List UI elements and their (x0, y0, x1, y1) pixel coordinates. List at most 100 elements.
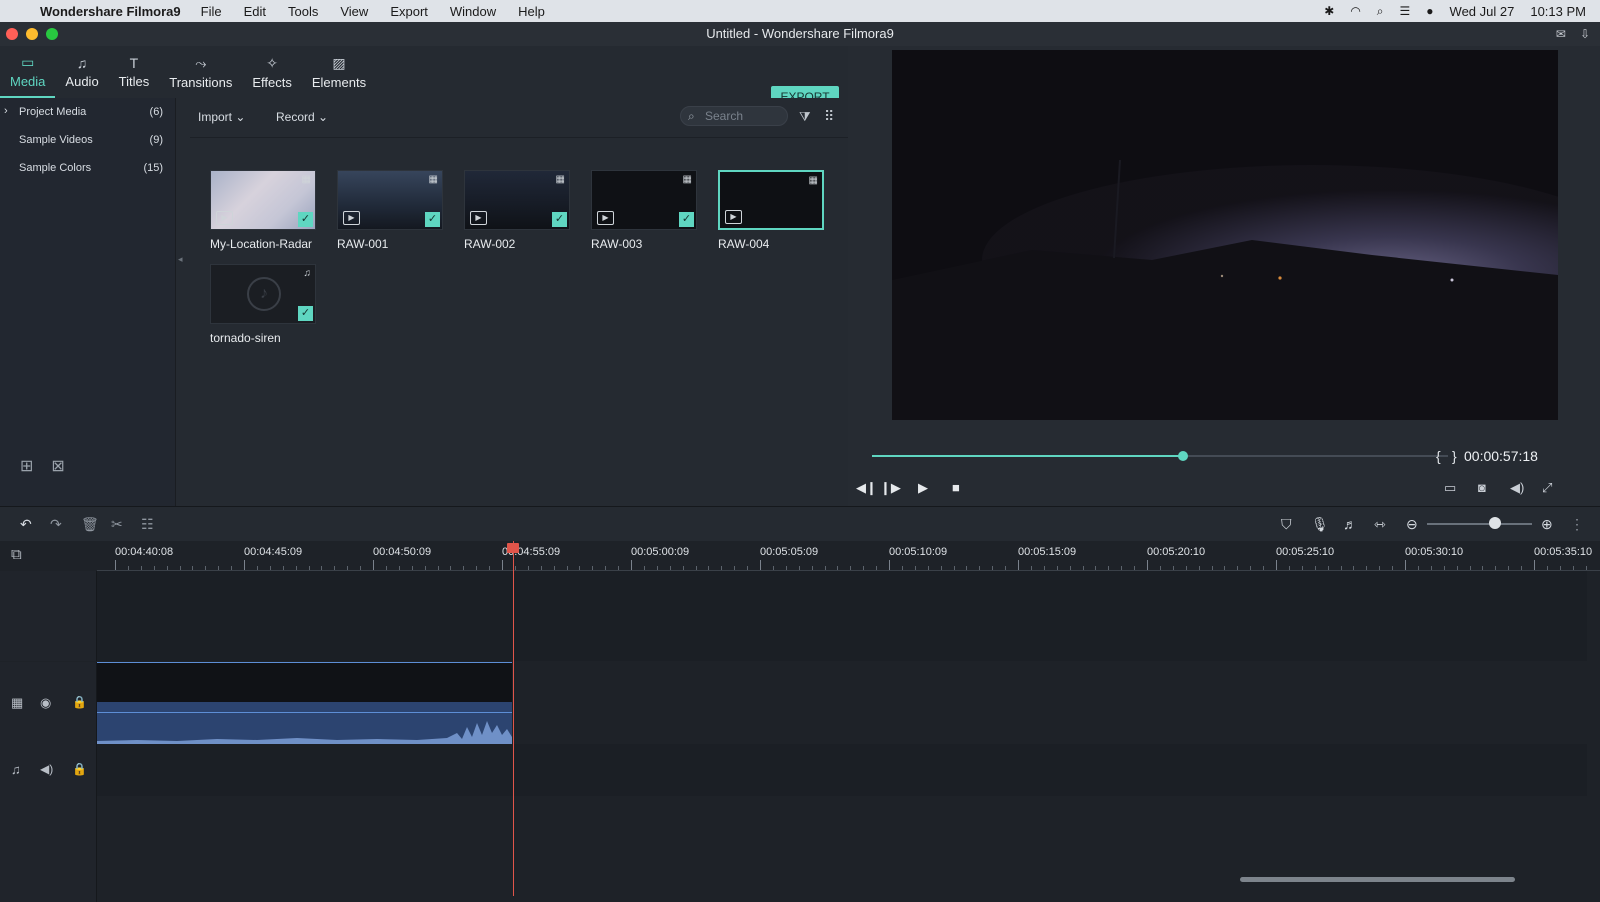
media-clip[interactable]: ▦ ▶ ✓ RAW-001 (337, 170, 443, 251)
import-dropdown[interactable]: Import ⌄ (198, 110, 245, 124)
tab-transitions[interactable]: ⤳ Transitions (159, 46, 242, 98)
tab-titles[interactable]: T Titles (109, 46, 160, 98)
menu-tools[interactable]: Tools (288, 4, 318, 19)
sidebar-item-project-media[interactable]: › Project Media (6) (0, 102, 176, 124)
mark-in-icon[interactable]: { (1436, 448, 1441, 464)
grid-view-icon[interactable]: ⠿ (824, 108, 834, 125)
microphone-icon[interactable]: 🎙 (1311, 516, 1329, 533)
marker-icon[interactable]: ⛉ (1281, 516, 1292, 533)
menu-window[interactable]: Window (450, 4, 496, 19)
panel-handle-icon[interactable]: ⋮ (1570, 516, 1584, 533)
ruler-minor-tick (1521, 566, 1523, 570)
ruler-label: 00:05:30:10 (1405, 546, 1464, 558)
audio-track[interactable] (97, 744, 1587, 796)
undo-icon[interactable]: ↶ (20, 516, 32, 533)
ruler-minor-tick (643, 566, 645, 570)
ruler-minor-tick (811, 566, 813, 570)
tab-media[interactable]: ▭ Media (0, 46, 56, 98)
spotlight-search-icon[interactable]: ⌕ (1377, 4, 1384, 19)
ruler-major-tick (244, 560, 245, 570)
bluetooth-icon[interactable]: ✱ (1324, 4, 1334, 18)
download-icon[interactable]: ⇩ (1580, 22, 1590, 46)
timeline-ruler[interactable]: 00:04:40:08 00:04:45:09 00:04:50:09 00:04:5… (97, 541, 1600, 571)
snapshot-icon[interactable]: ◙ (1478, 480, 1486, 495)
media-clip[interactable]: ▦ ▶ ✓ My-Location-Radar (210, 170, 316, 251)
next-frame-icon[interactable]: ❙▶ (880, 480, 901, 496)
search-input[interactable]: ⌕ Search (680, 106, 788, 126)
cut-icon[interactable]: ✂ (111, 516, 123, 533)
delete-icon[interactable]: 🗑 (81, 516, 99, 533)
lock-icon[interactable]: 🔒 (72, 762, 87, 776)
redo-icon[interactable]: ↷ (50, 516, 62, 533)
ruler-minor-tick (282, 566, 284, 570)
playhead[interactable] (513, 541, 514, 896)
menu-file[interactable]: File (201, 4, 222, 19)
ruler-major-tick (502, 560, 503, 570)
speaker-icon[interactable]: ◀) (40, 762, 53, 776)
tab-effects[interactable]: ✧ Effects (242, 46, 302, 98)
search-icon: ⌕ (688, 109, 695, 123)
zoom-in-icon[interactable]: ⊕ (1541, 516, 1553, 533)
ruler-major-tick (1276, 560, 1277, 570)
fullscreen-icon[interactable]: ⤢ (1542, 480, 1552, 496)
ruler-minor-tick (721, 566, 723, 570)
zoom-slider-handle[interactable] (1489, 517, 1501, 529)
sidebar-item-sample-videos[interactable]: Sample Videos (9) (0, 130, 176, 152)
zoom-window-button[interactable] (46, 28, 58, 40)
eye-icon[interactable]: ◉ (40, 695, 51, 711)
ruler-major-tick (760, 560, 761, 570)
menu-edit[interactable]: Edit (244, 4, 266, 19)
mail-icon[interactable]: ✉ (1556, 22, 1566, 46)
menu-view[interactable]: View (340, 4, 368, 19)
media-toolbar: Import ⌄ Record ⌄ ⌕ Search ⧩ ⠿ (190, 98, 848, 138)
render-preview-icon[interactable]: ▭ (1444, 480, 1456, 496)
play-icon[interactable]: ▶ (918, 480, 928, 496)
media-clip[interactable]: ♫ ♪ ✓ tornado-siren (210, 264, 316, 345)
media-library-panel: ▭ Media ♫ Audio T Titles ⤳ Transitions ✧… (0, 46, 848, 506)
menu-date[interactable]: Wed Jul 27 (1450, 4, 1515, 19)
close-window-button[interactable] (6, 28, 18, 40)
preview-scrubber[interactable] (872, 451, 1448, 461)
media-clip-selected[interactable]: ▦ ▶ RAW-004 (718, 170, 824, 251)
new-folder-icon[interactable]: ⊞ (20, 456, 33, 476)
menu-time[interactable]: 10:13 PM (1530, 4, 1586, 19)
zoom-slider[interactable] (1427, 523, 1532, 525)
volume-icon[interactable]: ◀) (1510, 480, 1524, 496)
control-center-icon[interactable]: ☰ (1400, 4, 1411, 18)
scrubber-handle[interactable] (1178, 451, 1189, 461)
minimize-window-button[interactable] (26, 28, 38, 40)
delete-folder-icon[interactable]: ⊠ (51, 456, 64, 476)
media-clip[interactable]: ▦ ▶ ✓ RAW-003 (591, 170, 697, 251)
timeline-video-clip[interactable] (97, 662, 512, 744)
zoom-out-icon[interactable]: ⊖ (1406, 516, 1418, 533)
tab-elements[interactable]: ▨ Elements (302, 46, 376, 98)
siri-icon[interactable]: ● (1426, 4, 1433, 18)
lock-icon[interactable]: 🔒 (72, 695, 87, 709)
add-track-icon[interactable]: ⧉ (11, 546, 22, 563)
audio-mixer-icon[interactable]: ♬ (1343, 516, 1357, 532)
menu-bar: Wondershare Filmora9 File Edit Tools Vie… (0, 0, 1600, 22)
media-clip[interactable]: ▦ ▶ ✓ RAW-002 (464, 170, 570, 251)
empty-track[interactable] (97, 571, 1587, 661)
chevron-right-icon[interactable]: › (4, 105, 8, 117)
menu-export[interactable]: Export (390, 4, 428, 19)
ruler-minor-tick (566, 566, 568, 570)
mark-out-icon[interactable]: } (1452, 448, 1457, 464)
ruler-minor-tick (463, 566, 465, 570)
record-dropdown[interactable]: Record ⌄ (276, 110, 328, 124)
tab-audio[interactable]: ♫ Audio (55, 46, 108, 98)
ruler-minor-tick (914, 566, 916, 570)
filter-icon[interactable]: ⧩ (799, 109, 811, 125)
film-strip-icon: ▦ (428, 174, 438, 185)
ruler-minor-tick (747, 566, 749, 570)
stop-icon[interactable]: ■ (952, 480, 960, 495)
wifi-off-icon[interactable]: ◠ (1350, 4, 1360, 18)
sidebar-item-sample-colors[interactable]: Sample Colors (15) (0, 158, 176, 180)
snap-icon[interactable]: ⇿ (1374, 516, 1386, 533)
previous-frame-icon[interactable]: ◀❙ (856, 480, 877, 496)
timeline-scrollbar[interactable] (1240, 877, 1515, 882)
menu-app-name[interactable]: Wondershare Filmora9 (40, 4, 181, 19)
collapse-panel-icon[interactable]: ◂ (178, 254, 183, 265)
menu-help[interactable]: Help (518, 4, 545, 19)
adjust-icon[interactable]: ☷ (141, 516, 154, 533)
